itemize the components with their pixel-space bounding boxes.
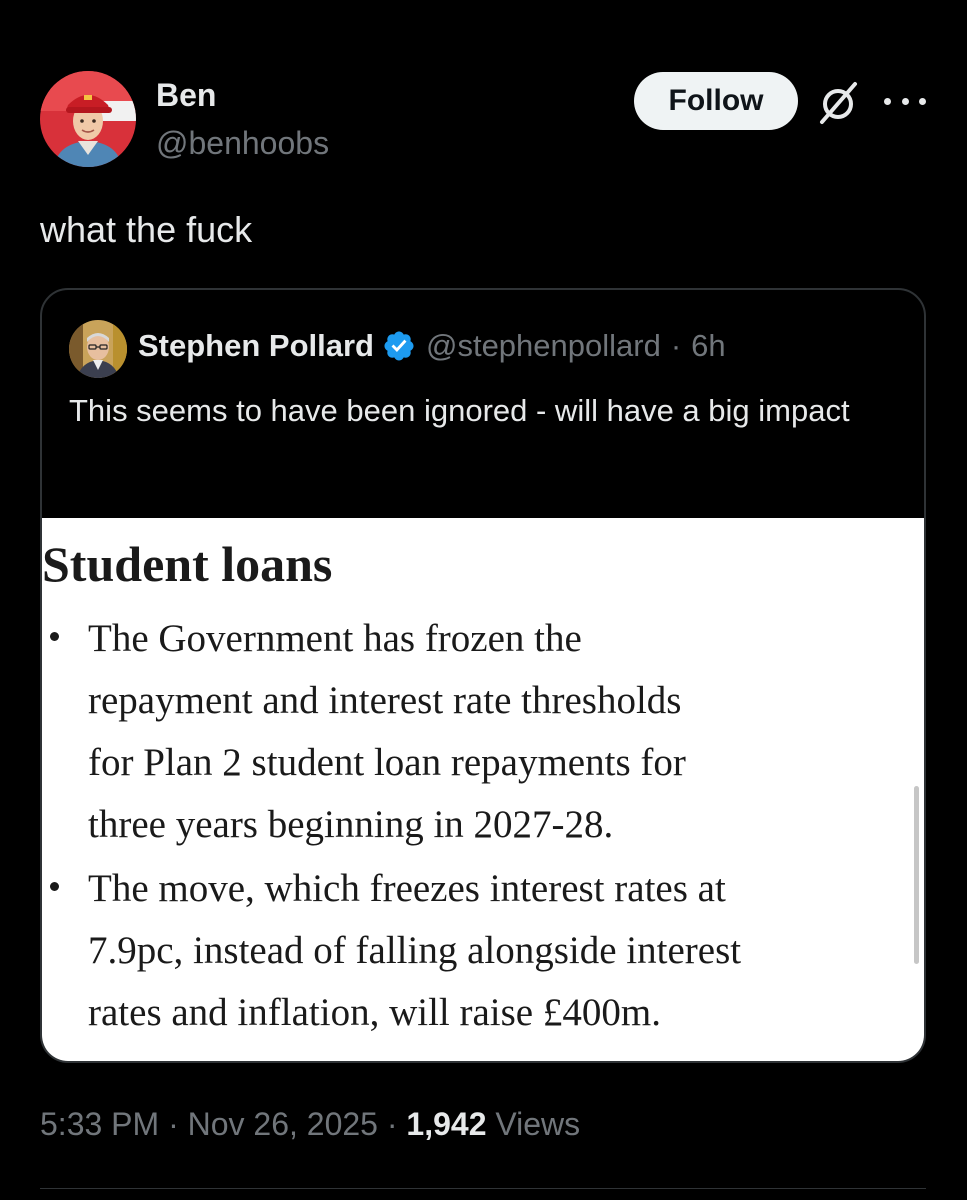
bullet-marker [50,632,59,641]
scroll-indicator [914,786,919,964]
author-avatar[interactable] [40,71,136,167]
quoted-author-name[interactable]: Stephen Pollard [138,328,374,364]
tweet-text: what the fuck [40,209,253,250]
tweet-meta: 5:33 PM · Nov 26, 2025 · 1,942 Views [40,1104,580,1144]
article-line: The Government has frozen the [88,617,582,660]
author-name[interactable]: Ben [156,76,216,114]
article-line: 7.9pc, instead of falling alongside inte… [88,929,742,972]
article-line: repayment and interest rate thresholds [88,679,682,722]
verified-badge-icon [384,331,414,361]
follow-button[interactable]: Follow [634,72,798,130]
tweet-date[interactable]: Nov 26, 2025 [188,1106,378,1142]
quoted-tweet-time[interactable]: 6h [691,328,725,364]
meta-separator: · [386,1106,398,1142]
quoted-author-handle[interactable]: @stephenpollard [426,328,661,364]
views-count: 1,942 [406,1106,487,1142]
article-line: three years beginning in 2027-28. [88,803,614,846]
article-line: for Plan 2 student loan repayments for [88,741,686,784]
more-horizontal-icon[interactable] [884,86,926,116]
views-label: Views [495,1106,581,1142]
tweet-time[interactable]: 5:33 PM [40,1106,159,1142]
bullet-marker [50,882,59,891]
quoted-tweet-image[interactable]: Student loans The Government has frozen … [42,518,924,1061]
divider [40,1188,926,1189]
article-line: The move, which freezes interest rates a… [88,867,726,910]
quoted-tweet-text: This seems to have been ignored - will h… [69,393,850,428]
quoted-author-avatar[interactable] [69,320,127,378]
grok-slash-icon[interactable] [815,78,865,126]
article-line: rates and inflation, will raise £400m. [88,991,661,1034]
author-handle[interactable]: @benhoobs [156,124,329,162]
separator-dot: · [670,328,682,363]
quoted-tweet-header: Stephen Pollard @stephenpollard · 6h [138,326,726,366]
meta-separator: · [168,1106,179,1142]
article-heading: Student loans [42,536,333,592]
quoted-tweet-card[interactable]: Stephen Pollard @stephenpollard · 6h Thi… [40,288,926,1063]
